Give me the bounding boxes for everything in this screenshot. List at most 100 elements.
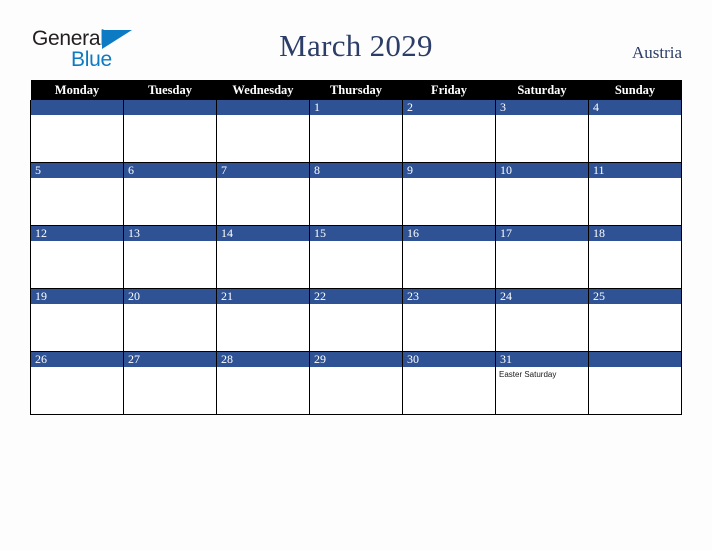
calendar-day-cell[interactable] <box>123 100 217 163</box>
day-events <box>217 115 309 117</box>
day-events <box>403 115 495 117</box>
weekday-header-wednesday: Wednesday <box>216 80 310 100</box>
calendar-page: General Blue March 2029 Austria Monday T… <box>0 0 712 550</box>
day-events <box>124 367 216 369</box>
day-number: 29 <box>310 352 402 367</box>
day-number: 28 <box>217 352 309 367</box>
day-events <box>31 241 123 243</box>
day-number: 10 <box>496 163 588 178</box>
day-number: 27 <box>124 352 216 367</box>
calendar-day-cell[interactable]: 19 <box>30 288 124 352</box>
day-events: Easter Saturday <box>496 367 588 380</box>
day-number: 24 <box>496 289 588 304</box>
calendar-day-cell[interactable]: 13 <box>123 225 217 289</box>
calendar-week-row: 5 6 7 8 9 10 11 <box>30 162 682 226</box>
day-events <box>124 178 216 180</box>
calendar-day-cell[interactable]: 18 <box>588 225 682 289</box>
calendar-day-cell[interactable]: 16 <box>402 225 496 289</box>
day-events <box>403 178 495 180</box>
day-number: 2 <box>403 100 495 115</box>
weekday-header-sunday: Sunday <box>588 80 682 100</box>
day-events <box>217 178 309 180</box>
day-number: 5 <box>31 163 123 178</box>
day-number: 23 <box>403 289 495 304</box>
weekday-header-saturday: Saturday <box>495 80 589 100</box>
calendar-day-cell[interactable]: 28 <box>216 351 310 415</box>
weekday-header-friday: Friday <box>402 80 496 100</box>
weekday-header-tuesday: Tuesday <box>123 80 217 100</box>
calendar-day-cell[interactable]: 25 <box>588 288 682 352</box>
calendar-day-cell[interactable] <box>588 351 682 415</box>
holiday-label: Easter Saturday <box>499 370 557 379</box>
day-events <box>310 367 402 369</box>
day-number: 13 <box>124 226 216 241</box>
weekday-header-thursday: Thursday <box>309 80 403 100</box>
day-number: 4 <box>589 100 681 115</box>
calendar-day-cell[interactable]: 3 <box>495 100 589 163</box>
day-events <box>496 241 588 243</box>
calendar-day-cell[interactable]: 11 <box>588 162 682 226</box>
calendar-day-cell[interactable]: 15 <box>309 225 403 289</box>
weekday-header-monday: Monday <box>30 80 124 100</box>
calendar-day-cell[interactable]: 14 <box>216 225 310 289</box>
day-events <box>589 241 681 243</box>
calendar-day-cell[interactable]: 17 <box>495 225 589 289</box>
calendar-grid: Monday Tuesday Wednesday Thursday Friday… <box>30 80 682 415</box>
calendar-day-cell[interactable]: 23 <box>402 288 496 352</box>
calendar-day-cell[interactable]: 2 <box>402 100 496 163</box>
day-number: 30 <box>403 352 495 367</box>
calendar-day-cell[interactable]: 8 <box>309 162 403 226</box>
day-number: 17 <box>496 226 588 241</box>
day-events <box>124 304 216 306</box>
day-number: 20 <box>124 289 216 304</box>
calendar-day-cell[interactable]: 4 <box>588 100 682 163</box>
day-number: 8 <box>310 163 402 178</box>
calendar-day-cell[interactable] <box>216 100 310 163</box>
day-number: 21 <box>217 289 309 304</box>
day-number: 16 <box>403 226 495 241</box>
day-events <box>217 241 309 243</box>
calendar-day-cell[interactable]: 26 <box>30 351 124 415</box>
day-events <box>403 304 495 306</box>
day-events <box>124 241 216 243</box>
day-events <box>217 367 309 369</box>
calendar-day-cell[interactable]: 27 <box>123 351 217 415</box>
day-number: 22 <box>310 289 402 304</box>
calendar-day-cell[interactable] <box>30 100 124 163</box>
calendar-body: 1 2 3 4 5 6 7 8 9 10 11 12 13 14 15 16 17 18 19 20 21 22 23 24 2… <box>30 100 682 415</box>
calendar-day-cell[interactable]: 29 <box>309 351 403 415</box>
day-number: 11 <box>589 163 681 178</box>
day-events <box>589 367 681 369</box>
calendar-day-cell[interactable]: 9 <box>402 162 496 226</box>
day-number: 14 <box>217 226 309 241</box>
day-number: 3 <box>496 100 588 115</box>
calendar-day-cell[interactable]: 22 <box>309 288 403 352</box>
day-events <box>589 115 681 117</box>
calendar-day-cell[interactable]: 31 Easter Saturday <box>495 351 589 415</box>
calendar-day-cell[interactable]: 6 <box>123 162 217 226</box>
day-number: 15 <box>310 226 402 241</box>
calendar-day-cell[interactable]: 24 <box>495 288 589 352</box>
calendar-day-cell[interactable]: 12 <box>30 225 124 289</box>
day-number: 7 <box>217 163 309 178</box>
calendar-day-cell[interactable]: 20 <box>123 288 217 352</box>
day-events <box>31 115 123 117</box>
day-events <box>496 115 588 117</box>
calendar-week-row: 1234 <box>30 100 682 163</box>
day-number: 26 <box>31 352 123 367</box>
calendar-day-cell[interactable]: 7 <box>216 162 310 226</box>
day-number <box>217 100 309 115</box>
calendar-day-cell[interactable]: 10 <box>495 162 589 226</box>
day-events <box>589 178 681 180</box>
day-events <box>31 304 123 306</box>
calendar-day-cell[interactable]: 1 <box>309 100 403 163</box>
calendar-day-cell[interactable]: 21 <box>216 288 310 352</box>
calendar-day-cell[interactable]: 5 <box>30 162 124 226</box>
day-events <box>403 367 495 369</box>
day-events <box>589 304 681 306</box>
day-events <box>310 178 402 180</box>
day-number <box>31 100 123 115</box>
day-events <box>403 241 495 243</box>
calendar-day-cell[interactable]: 30 <box>402 351 496 415</box>
day-number: 12 <box>31 226 123 241</box>
